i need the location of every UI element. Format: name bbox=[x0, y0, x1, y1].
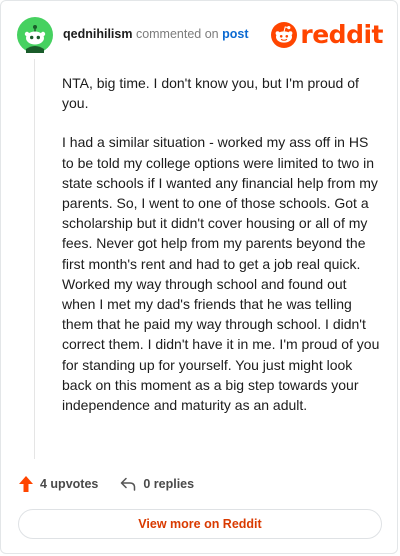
reply-icon bbox=[121, 477, 136, 491]
comment-header: qednihilism commented on post reddit bbox=[17, 15, 383, 55]
embedded-comment-card: qednihilism commented on post reddit NTA… bbox=[0, 0, 398, 554]
reddit-logo-icon bbox=[271, 22, 298, 48]
comment-paragraph: I had a similar situation - worked my as… bbox=[62, 134, 380, 414]
comment-meta: qednihilism commented on post bbox=[63, 27, 249, 41]
thread-line bbox=[34, 59, 35, 459]
snoo-avatar-icon[interactable] bbox=[17, 17, 53, 53]
comment-actions: 4 upvotes 0 replies bbox=[19, 473, 194, 495]
commented-on-text: commented on bbox=[135, 27, 219, 41]
view-more-button[interactable]: View more on Reddit bbox=[18, 509, 382, 539]
comment-body: NTA, big time. I don't know you, but I'm… bbox=[62, 73, 380, 434]
reddit-logo[interactable]: reddit bbox=[271, 21, 383, 49]
reddit-wordmark: reddit bbox=[300, 20, 383, 49]
upvote-button[interactable]: 4 upvotes bbox=[19, 476, 98, 492]
replies-button[interactable]: 0 replies bbox=[120, 477, 194, 491]
upvote-count: 4 upvotes bbox=[40, 477, 99, 491]
post-link[interactable]: post bbox=[222, 27, 248, 41]
comment-paragraph: NTA, big time. I don't know you, but I'm… bbox=[62, 75, 359, 112]
reply-count: 0 replies bbox=[143, 477, 195, 491]
username-link[interactable]: qednihilism bbox=[63, 27, 132, 41]
upvote-arrow-icon bbox=[19, 476, 33, 492]
